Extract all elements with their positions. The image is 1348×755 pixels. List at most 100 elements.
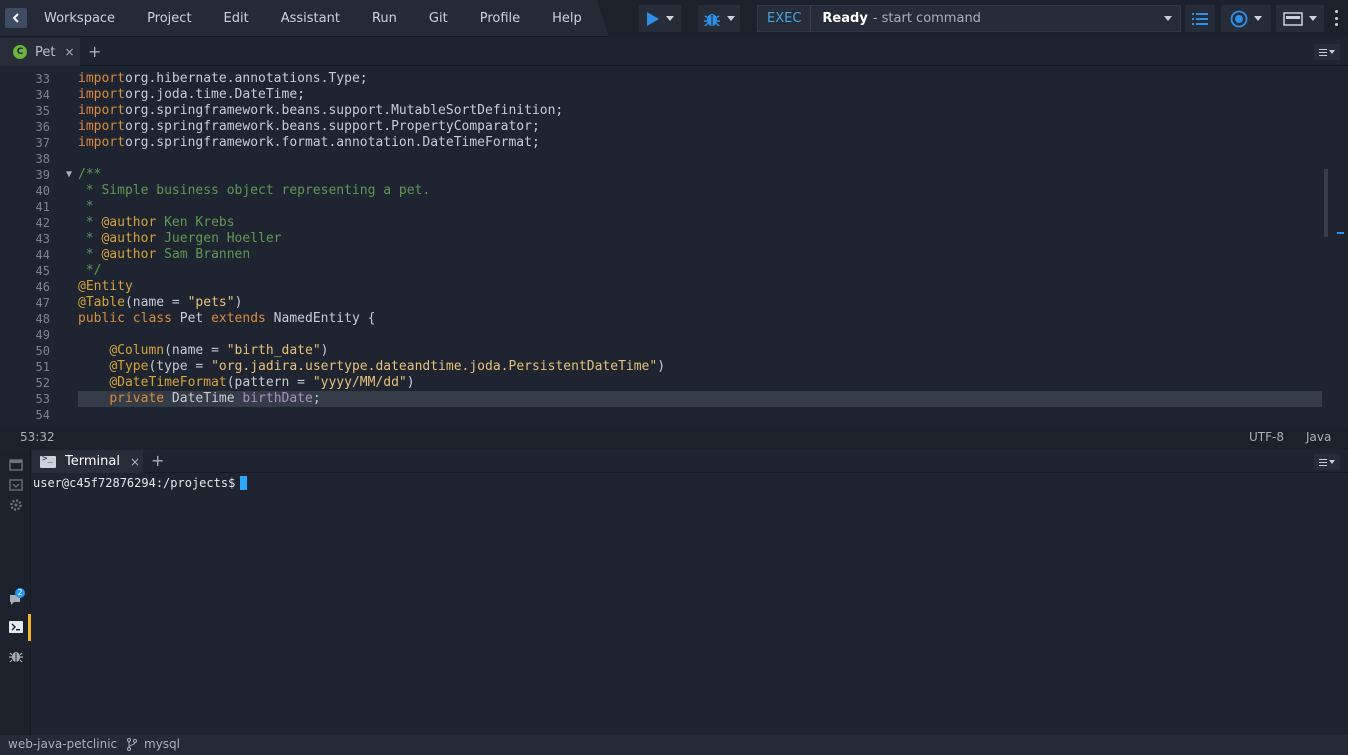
code-text: importorg.hibernate.annotations.Type; — [78, 71, 368, 87]
menu-item-edit[interactable]: Edit — [208, 0, 265, 37]
code-text: importorg.joda.time.DateTime; — [78, 87, 305, 103]
line-number: 34 — [35, 88, 50, 102]
code-line[interactable]: 39 ▼ /** — [0, 167, 1322, 183]
code-token: org.joda.time.DateTime; — [124, 87, 305, 102]
layout-button[interactable] — [1276, 5, 1324, 32]
cursor-position[interactable]: 53:32 — [20, 430, 55, 444]
code-token: import — [78, 71, 125, 86]
terminal-prompt: user@c45f72876294:/projects$ — [33, 476, 236, 490]
code-text: * @author Juergen Hoeller — [78, 231, 282, 247]
menu-item-assistant[interactable]: Assistant — [265, 0, 356, 37]
terminal-icon[interactable] — [9, 620, 23, 634]
code-token: * — [78, 215, 102, 230]
code-text: /** — [78, 167, 101, 183]
menu-item-workspace[interactable]: Workspace — [27, 0, 131, 37]
code-token: @author — [101, 231, 157, 246]
file-language[interactable]: Java — [1306, 430, 1331, 444]
bug-icon — [704, 13, 720, 27]
line-number: 47 — [35, 296, 50, 310]
code-line[interactable]: 34 importorg.joda.time.DateTime; — [0, 87, 1322, 103]
code-token: * — [78, 247, 102, 262]
code-token: ) — [320, 343, 329, 358]
menu-item-git[interactable]: Git — [413, 0, 464, 37]
code-token: private — [109, 391, 165, 406]
code-line[interactable]: 50 @Column(name = "birth_date") — [0, 343, 1322, 359]
code-line[interactable]: 48 public class Pet extends NamedEntity { — [0, 311, 1322, 327]
code-line[interactable]: 36 importorg.springframework.beans.suppor… — [0, 119, 1322, 135]
code-line[interactable]: 35 importorg.springframework.beans.suppor… — [0, 103, 1322, 119]
code-line[interactable]: 42 * @author Ken Krebs — [0, 215, 1322, 231]
line-number: 45 — [35, 264, 50, 278]
add-tab-button[interactable]: + — [88, 42, 101, 61]
code-line[interactable]: 49 — [0, 327, 1322, 343]
terminal-cursor — [240, 476, 248, 490]
code-token: @author — [101, 215, 157, 230]
more-options-icon[interactable] — [1334, 10, 1338, 26]
code-line[interactable]: 52 @DateTimeFormat(pattern = "yyyy/MM/dd… — [0, 375, 1322, 391]
menu-item-run[interactable]: Run — [356, 0, 413, 37]
code-line[interactable]: 46 @Entity — [0, 279, 1322, 295]
code-text: importorg.springframework.beans.support.… — [78, 103, 563, 119]
maximize-panel-icon[interactable] — [9, 458, 23, 472]
notifications-button[interactable]: 2 — [9, 588, 29, 608]
editor-scrollbar[interactable] — [1324, 169, 1328, 237]
code-line[interactable]: 45 */ — [0, 263, 1322, 279]
tab-pet[interactable]: C Pet × — [0, 38, 80, 66]
code-line[interactable]: 54 — [0, 407, 1322, 423]
notification-badge: 2 — [15, 588, 25, 598]
code-line[interactable]: 43 * @author Juergen Hoeller — [0, 231, 1322, 247]
active-indicator — [28, 614, 31, 641]
code-line[interactable]: 44 * @author Sam Brannen — [0, 247, 1322, 263]
code-token: /** — [78, 167, 102, 182]
git-branch[interactable]: mysql — [144, 737, 180, 751]
code-token: (pattern = — [226, 375, 313, 390]
minimize-panel-icon[interactable] — [9, 478, 23, 492]
close-icon[interactable]: × — [64, 45, 74, 59]
add-terminal-button[interactable]: + — [151, 451, 164, 470]
menu-item-help[interactable]: Help — [536, 0, 598, 37]
gear-icon[interactable] — [9, 498, 23, 512]
preview-button[interactable] — [1221, 5, 1271, 32]
code-line[interactable]: 40 * Simple business object representing… — [0, 183, 1322, 199]
processes-button[interactable] — [1185, 5, 1215, 32]
file-encoding[interactable]: UTF-8 — [1249, 430, 1284, 444]
terminal-output[interactable]: user@c45f72876294:/projects$ — [32, 474, 1348, 735]
code-token: Ken Krebs — [156, 215, 235, 230]
back-button[interactable] — [5, 8, 27, 28]
code-line[interactable]: 38 — [0, 151, 1322, 167]
line-number: 36 — [35, 120, 50, 134]
tab-terminal[interactable]: Terminal × — [32, 450, 143, 473]
hamburger-icon — [1319, 48, 1327, 56]
code-line[interactable]: 53 private DateTime birthDate; — [0, 391, 1322, 407]
chevron-left-icon — [12, 13, 19, 23]
code-line[interactable]: 37 importorg.springframework.format.annot… — [0, 135, 1322, 151]
code-token: "pets" — [187, 295, 235, 310]
terminal-menu-button[interactable] — [1314, 454, 1340, 470]
project-name[interactable]: web-java-petclinic — [8, 737, 117, 751]
command-selector[interactable]: EXEC Ready - start command — [757, 5, 1181, 32]
bottom-status-bar: web-java-petclinic mysql — [0, 735, 1348, 755]
code-line[interactable]: 47 @Table(name = "pets") — [0, 295, 1322, 311]
code-line[interactable]: 41 * — [0, 199, 1322, 215]
code-text: @Column(name = "birth_date") — [78, 343, 328, 359]
code-line[interactable]: 33 importorg.hibernate.annotations.Type; — [0, 71, 1322, 87]
code-line[interactable]: 51 @Type(type = "org.jadira.usertype.dat… — [0, 359, 1322, 375]
editor-menu-button[interactable] — [1314, 44, 1340, 60]
monitor-icon — [1283, 11, 1303, 26]
code-token: * — [78, 231, 102, 246]
bug-icon[interactable] — [9, 649, 23, 663]
code-text: @DateTimeFormat(pattern = "yyyy/MM/dd") — [78, 375, 414, 391]
code-token: import — [78, 87, 125, 102]
run-button[interactable] — [639, 5, 681, 32]
menu-item-project[interactable]: Project — [131, 0, 207, 37]
chevron-down-icon — [666, 16, 674, 21]
code-editor[interactable]: 33 importorg.hibernate.annotations.Type; 3… — [0, 67, 1348, 427]
close-icon[interactable]: × — [130, 455, 140, 469]
fold-toggle-icon[interactable]: ▼ — [66, 167, 72, 183]
debug-button[interactable] — [698, 5, 740, 32]
java-class-icon: C — [13, 45, 27, 59]
menu-item-profile[interactable]: Profile — [464, 0, 536, 37]
code-text: @Type(type = "org.jadira.usertype.datean… — [78, 359, 665, 375]
